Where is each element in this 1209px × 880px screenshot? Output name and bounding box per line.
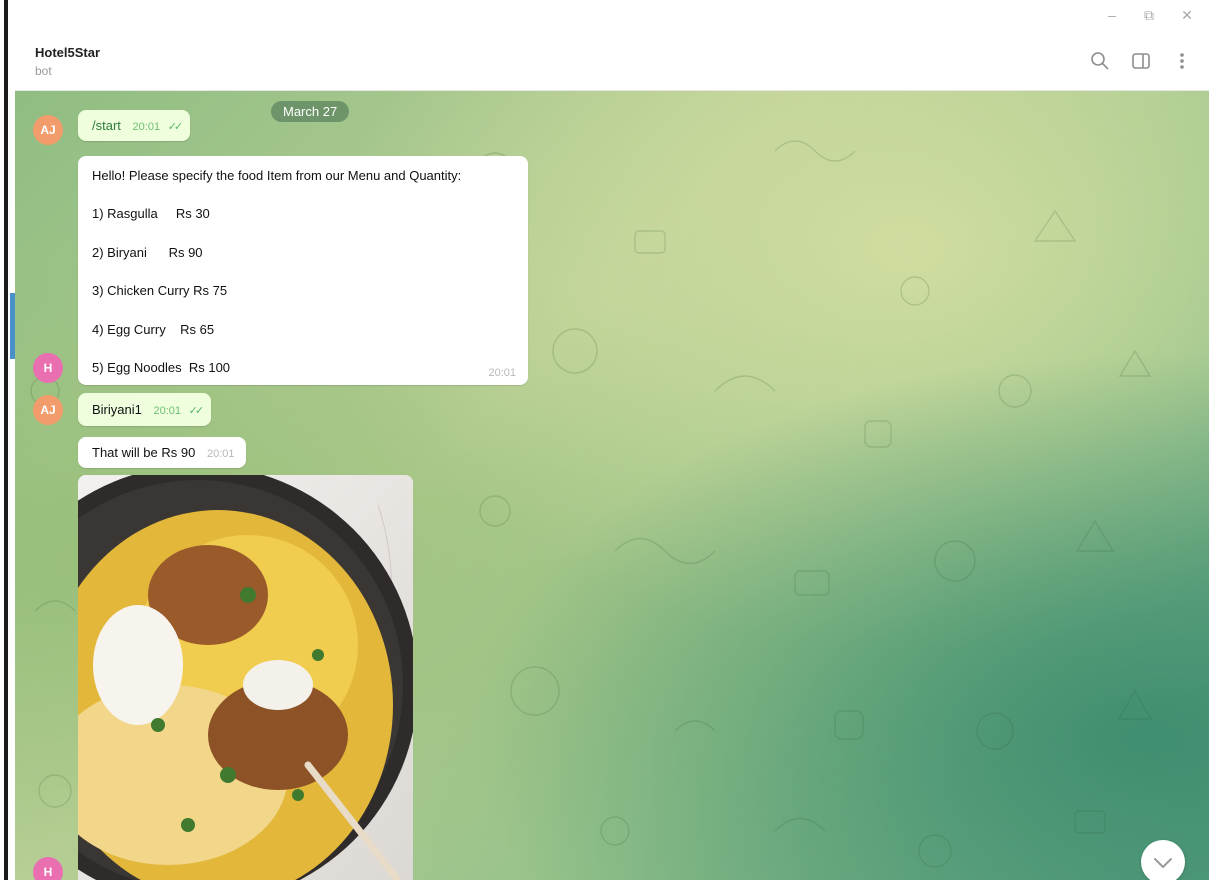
message-text: Hello! Please specify the food Item from… <box>92 168 462 183</box>
double-check-icon: ✓✓ <box>188 405 205 417</box>
avatar[interactable]: H <box>33 857 63 880</box>
menu-item: 2) Biryani Rs 90 <box>92 245 203 260</box>
menu-item: 4) Egg Curry Rs 65 <box>92 322 215 337</box>
message-time: 20:01 <box>206 448 235 460</box>
chevron-down-icon <box>1154 858 1172 868</box>
chat-status: bot <box>35 64 52 78</box>
message-time: 20:01 <box>132 121 161 133</box>
outgoing-message: /start 20:01 ✓✓ <box>78 110 191 141</box>
message-time: 20:01 <box>488 367 516 379</box>
window-titlebar: – ⧉ ✕ <box>15 0 1209 32</box>
chat-title[interactable]: Hotel5Star <box>35 45 100 60</box>
sidebar-toggle-icon[interactable] <box>1130 50 1152 72</box>
message-time: 20:01 <box>153 405 182 417</box>
menu-item: 1) Rasgulla Rs 30 <box>92 206 210 221</box>
search-icon[interactable] <box>1089 50 1111 72</box>
chat-history[interactable]: March 27 AJ /start 20:01 ✓✓ Hello! Pleas… <box>15 91 1209 880</box>
double-check-icon: ✓✓ <box>167 121 184 133</box>
message-text: Biriyani1 <box>92 402 142 417</box>
incoming-message: Hello! Please specify the food Item from… <box>78 156 528 385</box>
menu-item: 5) Egg Noodles Rs 100 <box>92 360 231 375</box>
avatar[interactable]: AJ <box>33 395 63 425</box>
biryani-photo[interactable] <box>78 475 413 880</box>
restore-button[interactable]: ⧉ <box>1137 5 1161 25</box>
window-border <box>4 0 8 880</box>
avatar[interactable]: H <box>33 353 63 383</box>
scroll-to-bottom-button[interactable] <box>1141 840 1185 880</box>
incoming-message: That will be Rs 90 20:01 <box>78 437 247 468</box>
date-separator: March 27 <box>271 101 350 122</box>
close-button[interactable]: ✕ <box>1175 5 1199 25</box>
outgoing-message: Biriyani1 20:01 ✓✓ <box>78 393 212 426</box>
chat-header: Hotel5Star bot <box>15 32 1209 91</box>
message-text: That will be Rs 90 <box>92 445 196 460</box>
minimize-button[interactable]: – <box>1100 5 1124 25</box>
message-text: /start <box>92 118 121 133</box>
avatar[interactable]: AJ <box>33 115 63 145</box>
menu-item: 3) Chicken Curry Rs 75 <box>92 283 228 298</box>
more-vertical-icon[interactable] <box>1171 50 1193 72</box>
